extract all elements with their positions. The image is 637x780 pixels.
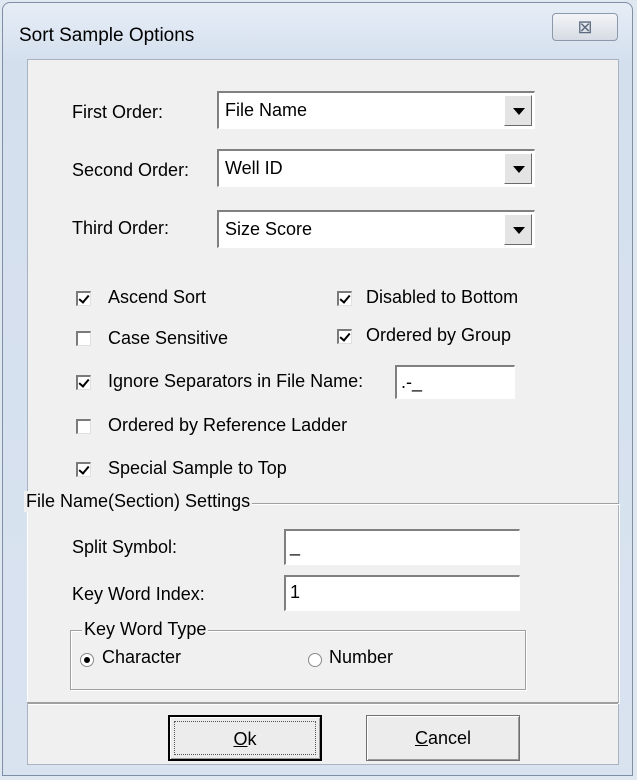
ordered-by-reference-ladder-checkbox[interactable] — [76, 419, 91, 434]
case-sensitive-label: Case Sensitive — [108, 328, 229, 348]
second-order-label: Second Order: — [72, 160, 190, 180]
dialog-title: Sort Sample Options — [19, 25, 195, 46]
split-symbol-input[interactable]: _ — [284, 529, 520, 565]
disabled-to-bottom-checkbox[interactable] — [337, 291, 352, 306]
ordered-by-group-checkbox[interactable] — [337, 329, 352, 344]
key-word-index-input[interactable]: 1 — [284, 575, 520, 611]
case-sensitive-checkbox[interactable] — [76, 331, 91, 346]
second-order-value: Well ID — [225, 158, 283, 178]
disabled-to-bottom-label: Disabled to Bottom — [366, 287, 519, 307]
character-radio[interactable] — [80, 653, 94, 667]
first-order-label: First Order: — [72, 102, 164, 122]
special-sample-to-top-checkbox[interactable] — [76, 462, 91, 477]
split-symbol-label: Split Symbol: — [72, 537, 178, 557]
second-order-select[interactable]: Well ID — [217, 149, 535, 187]
ordered-by-reference-ladder-label: Ordered by Reference Ladder — [108, 415, 348, 435]
dialog-body: First Order: File Name Second Order: Wel… — [24, 59, 619, 765]
key-word-index-label: Key Word Index: — [72, 584, 205, 604]
ok-button[interactable]: Ok — [168, 715, 322, 761]
sort-sample-options-dialog: Sort Sample Options ⊠ First Order: File … — [2, 2, 633, 776]
ignore-separators-checkbox[interactable] — [76, 375, 91, 390]
ignore-separators-input[interactable]: .-_ — [395, 365, 515, 399]
number-radio[interactable] — [308, 653, 322, 667]
cancel-button[interactable]: Cancel — [366, 715, 520, 761]
button-area-divider — [28, 703, 618, 705]
ascend-sort-checkbox[interactable] — [76, 291, 91, 306]
first-order-select[interactable]: File Name — [217, 91, 535, 129]
number-radio-label: Number — [329, 647, 394, 667]
key-word-type-title: Key Word Type — [82, 619, 209, 640]
ok-button-label: Ok — [233, 729, 257, 749]
special-sample-to-top-label: Special Sample to Top — [108, 458, 287, 478]
close-icon: ⊠ — [577, 17, 593, 37]
ordered-by-group-label: Ordered by Group — [366, 325, 512, 345]
chevron-down-icon[interactable] — [504, 214, 532, 245]
first-order-value: File Name — [225, 100, 308, 120]
file-name-settings-title: File Name(Section) Settings — [24, 491, 253, 512]
chevron-down-icon[interactable] — [504, 95, 532, 126]
third-order-select[interactable]: Size Score — [217, 210, 535, 248]
third-order-value: Size Score — [225, 219, 313, 239]
ascend-sort-label: Ascend Sort — [108, 287, 207, 307]
title-bar[interactable]: Sort Sample Options ⊠ — [3, 3, 632, 63]
character-radio-label: Character — [102, 647, 182, 667]
close-button[interactable]: ⊠ — [552, 13, 618, 41]
cancel-button-label: Cancel — [414, 728, 472, 748]
ignore-separators-label: Ignore Separators in File Name: — [108, 371, 364, 391]
third-order-label: Third Order: — [72, 218, 170, 238]
chevron-down-icon[interactable] — [504, 153, 532, 184]
